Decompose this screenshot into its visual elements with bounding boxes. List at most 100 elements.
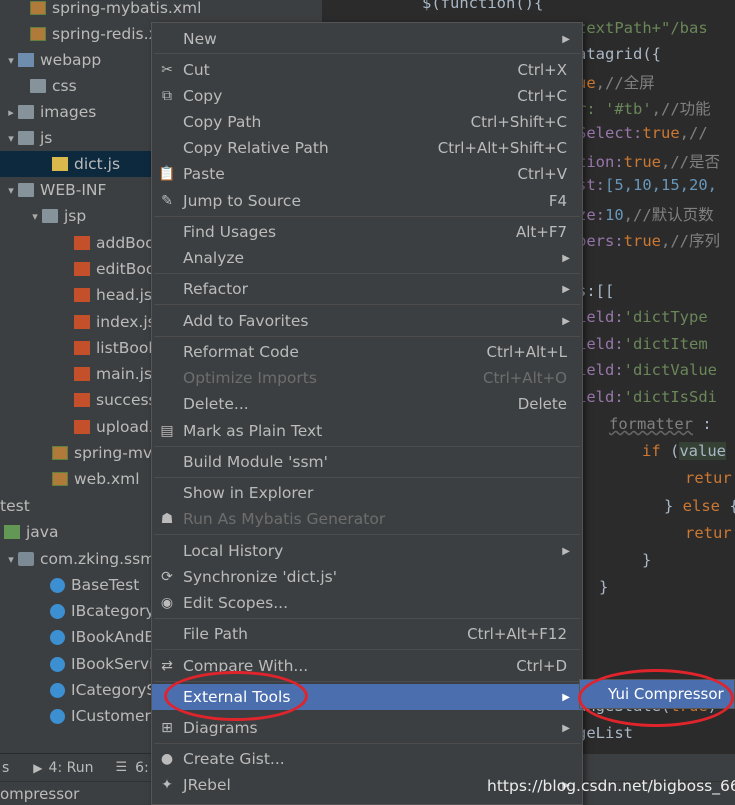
watermark: https://blog.csdn.net/bigboss_666 bbox=[487, 777, 735, 795]
code-token: geList bbox=[577, 724, 633, 742]
tree-item-label: addBoo bbox=[96, 234, 155, 252]
menu-item-jump-to-source[interactable]: ✎ Jump to Source F4 bbox=[152, 188, 582, 214]
code-line: } bbox=[642, 551, 651, 569]
menu-item-synchronize-dict-js[interactable]: ⟳ Synchronize 'dict.js' bbox=[152, 564, 582, 590]
submenu-arrow-icon: ▶ bbox=[562, 315, 570, 327]
code-line: atagrid({ bbox=[577, 45, 661, 63]
menu-item-run-as-mybatis-generator: ☗ Run As Mybatis Generator bbox=[152, 506, 582, 532]
tool-tab-s[interactable]: s bbox=[2, 760, 9, 776]
menu-item-edit-scopes[interactable]: ◉ Edit Scopes... bbox=[152, 590, 582, 616]
tree-item-label: webapp bbox=[40, 51, 102, 69]
jsp-icon bbox=[74, 420, 90, 434]
menu-item-cut[interactable]: ✂ Cut Ctrl+X bbox=[152, 57, 582, 83]
todo-icon: ☰ bbox=[115, 760, 128, 775]
code-token: ( bbox=[660, 442, 680, 460]
expand-arrow-icon[interactable]: ▾ bbox=[4, 184, 18, 197]
code-token: Select: bbox=[577, 124, 643, 142]
code-line: ue,//全屏 bbox=[577, 71, 655, 93]
expand-arrow-icon[interactable]: ▾ bbox=[28, 210, 42, 223]
code-token: bers: bbox=[577, 232, 624, 250]
tree-item-label: editBoo bbox=[96, 260, 156, 278]
annotation-ellipse-external-tools bbox=[164, 671, 308, 721]
menu-item-label: Optimize Imports bbox=[183, 369, 317, 387]
code-token: ,//默认页数 bbox=[623, 206, 714, 224]
tree-item-label: js bbox=[40, 129, 53, 147]
menu-item-shortcut: Ctrl+Alt+F12 bbox=[467, 625, 567, 643]
code-token: } bbox=[642, 551, 652, 569]
expand-arrow-icon[interactable]: ▾ bbox=[4, 132, 18, 145]
menu-item-refactor[interactable]: Refactor ▶ bbox=[152, 276, 582, 302]
menu-item-mark-as-plain-text[interactable]: ▤ Mark as Plain Text bbox=[152, 418, 582, 444]
tree-item-label: ICategoryS bbox=[71, 681, 157, 699]
menu-separator bbox=[154, 477, 580, 478]
code-line: r: '#tb',//功能 bbox=[577, 97, 711, 119]
cls-icon bbox=[50, 577, 65, 593]
menu-item-label: Analyze bbox=[183, 249, 245, 267]
code-token: tion: bbox=[577, 153, 624, 171]
code-token: 'dictIsSdi bbox=[623, 388, 717, 406]
menu-separator bbox=[154, 53, 580, 54]
code-token: 'dictType bbox=[623, 308, 708, 326]
menu-item-label: Find Usages bbox=[183, 223, 277, 241]
code-line: } else { bbox=[664, 497, 735, 515]
menu-item-label: Delete... bbox=[183, 395, 249, 413]
jrebel-icon: ✦ bbox=[161, 777, 173, 793]
menu-item-label: Paste bbox=[183, 165, 225, 183]
tree-item-label: listBook bbox=[96, 339, 158, 357]
menu-item-label: Create Gist... bbox=[183, 750, 285, 768]
menu-item-build-module-ssm[interactable]: Build Module 'ssm' bbox=[152, 449, 582, 475]
menu-item-analyze[interactable]: Analyze ▶ bbox=[152, 245, 582, 271]
code-token: ,//是否 bbox=[661, 153, 720, 171]
tree-item-label: IBookServic bbox=[71, 655, 162, 673]
tool-tab-run[interactable]: 4: Run bbox=[49, 760, 94, 776]
menu-item-add-to-favorites[interactable]: Add to Favorites ▶ bbox=[152, 308, 582, 334]
code-line: ield:'dictIsSdi bbox=[577, 388, 717, 406]
menu-item-label: JRebel bbox=[183, 776, 231, 794]
mybatis-icon: ☗ bbox=[160, 511, 174, 527]
code-token: ield: bbox=[577, 361, 624, 379]
menu-item-copy[interactable]: ⧉ Copy Ctrl+C bbox=[152, 83, 582, 109]
expand-arrow-icon[interactable]: ▾ bbox=[4, 553, 18, 566]
code-token: ,//序列 bbox=[661, 232, 720, 250]
menu-item-shortcut: F4 bbox=[548, 192, 567, 210]
menu-item-label: Run As Mybatis Generator bbox=[183, 510, 386, 528]
tree-item-label: spring-mvc bbox=[74, 444, 161, 462]
menu-separator bbox=[154, 618, 580, 619]
code-line: geList bbox=[577, 724, 633, 742]
menu-item-label: Copy Path bbox=[183, 113, 262, 131]
menu-item-label: Diagrams bbox=[183, 719, 258, 737]
tree-item[interactable]: spring-mybatis.xml bbox=[0, 0, 322, 21]
xml-icon bbox=[52, 446, 68, 460]
status-text: ompressor bbox=[0, 784, 80, 803]
menu-item-file-path[interactable]: File Path Ctrl+Alt+F12 bbox=[152, 621, 582, 647]
menu-item-label: Edit Scopes... bbox=[183, 594, 289, 612]
menu-item-create-gist[interactable]: ● Create Gist... bbox=[152, 746, 582, 772]
menu-item-delete[interactable]: Delete... Delete bbox=[152, 391, 582, 417]
jsp-icon bbox=[74, 367, 90, 381]
menu-item-local-history[interactable]: Local History ▶ bbox=[152, 538, 582, 564]
collapse-arrow-icon[interactable]: ▸ bbox=[4, 106, 18, 119]
menu-item-new[interactable]: New ▶ bbox=[152, 26, 582, 52]
code-line: st:[5,10,15,20, bbox=[577, 176, 717, 194]
menu-item-find-usages[interactable]: Find Usages Alt+F7 bbox=[152, 219, 582, 245]
folder-icon bbox=[30, 79, 46, 93]
menu-item-shortcut: Alt+F7 bbox=[515, 223, 567, 241]
tool-tab-todo[interactable]: 6: bbox=[135, 760, 149, 776]
menu-item-reformat-code[interactable]: Reformat Code Ctrl+Alt+L bbox=[152, 339, 582, 365]
menu-item-paste[interactable]: 📋 Paste Ctrl+V bbox=[152, 161, 582, 187]
menu-item-label: Build Module 'ssm' bbox=[183, 453, 328, 471]
menu-separator bbox=[154, 336, 580, 337]
menu-item-shortcut: Ctrl+D bbox=[516, 657, 567, 675]
expand-arrow-icon[interactable]: ▾ bbox=[4, 54, 18, 67]
jsp-icon bbox=[74, 341, 90, 355]
submenu-arrow-icon: ▶ bbox=[562, 545, 570, 557]
github-icon: ● bbox=[160, 751, 174, 767]
menu-item-show-in-explorer[interactable]: Show in Explorer bbox=[152, 480, 582, 506]
menu-item-shortcut: Ctrl+Alt+Shift+C bbox=[437, 139, 567, 157]
menu-item-copy-relative-path[interactable]: Copy Relative Path Ctrl+Alt+Shift+C bbox=[152, 135, 582, 161]
tree-item-label: WEB-INF bbox=[40, 181, 107, 199]
code-token: formatter bbox=[609, 415, 693, 433]
code-token: 'dictValue bbox=[623, 361, 717, 379]
menu-item-copy-path[interactable]: Copy Path Ctrl+Shift+C bbox=[152, 109, 582, 135]
code-token: else bbox=[682, 497, 720, 515]
